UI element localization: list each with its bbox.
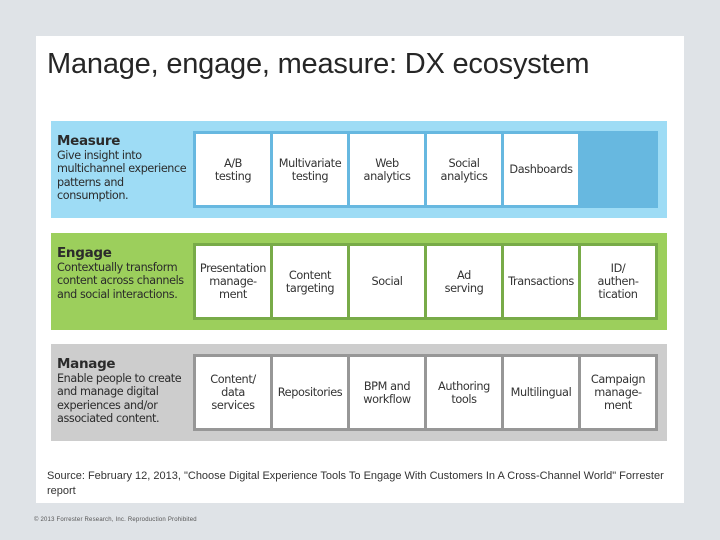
measure-label: Measure Give insight into multichannel e… (57, 133, 193, 203)
tool-cell: Multilingual (504, 357, 578, 428)
measure-description: Give insight into multichannel experienc… (57, 149, 187, 203)
tool-cell: Presentation manage- ment (196, 246, 270, 317)
engage-tools: Presentation manage- ment Content target… (193, 243, 658, 320)
tool-cell: Content targeting (273, 246, 347, 317)
tool-cell: ID/ authen- tication (581, 246, 655, 317)
tool-cell: Repositories (273, 357, 347, 428)
engage-band: Engage Contextually transform content ac… (51, 233, 667, 330)
measure-tools: A/B testing Multivariate testing Web ana… (193, 131, 658, 208)
manage-band: Manage Enable people to create and manag… (51, 344, 667, 441)
copyright-notice: © 2013 Forrester Research, Inc. Reproduc… (34, 517, 197, 523)
tool-cell: Web analytics (350, 134, 424, 205)
tool-cell: Social analytics (427, 134, 501, 205)
manage-heading: Manage (57, 356, 116, 372)
tool-cell: Social (350, 246, 424, 317)
source-citation: Source: February 12, 2013, "Choose Digit… (47, 470, 664, 497)
tool-cell: Authoring tools (427, 357, 501, 428)
manage-label: Manage Enable people to create and manag… (57, 356, 193, 426)
tool-cell: Dashboards (504, 134, 578, 205)
tool-cell: Campaign manage- ment (581, 357, 655, 428)
tool-cell: Transactions (504, 246, 578, 317)
measure-heading: Measure (57, 133, 121, 149)
tool-cell: Multivariate testing (273, 134, 347, 205)
manage-description: Enable people to create and manage digit… (57, 372, 182, 426)
slide-title: Manage, engage, measure: DX ecosystem (47, 48, 590, 80)
slide: Manage, engage, measure: DX ecosystem Me… (36, 36, 684, 503)
tool-cell: Ad serving (427, 246, 501, 317)
tool-cell: A/B testing (196, 134, 270, 205)
engage-heading: Engage (57, 245, 112, 261)
engage-label: Engage Contextually transform content ac… (57, 245, 193, 301)
measure-band: Measure Give insight into multichannel e… (51, 121, 667, 218)
tool-cell: Content/ data services (196, 357, 270, 428)
manage-tools: Content/ data services Repositories BPM … (193, 354, 658, 431)
tool-cell: BPM and workflow (350, 357, 424, 428)
engage-description: Contextually transform content across ch… (57, 261, 184, 301)
